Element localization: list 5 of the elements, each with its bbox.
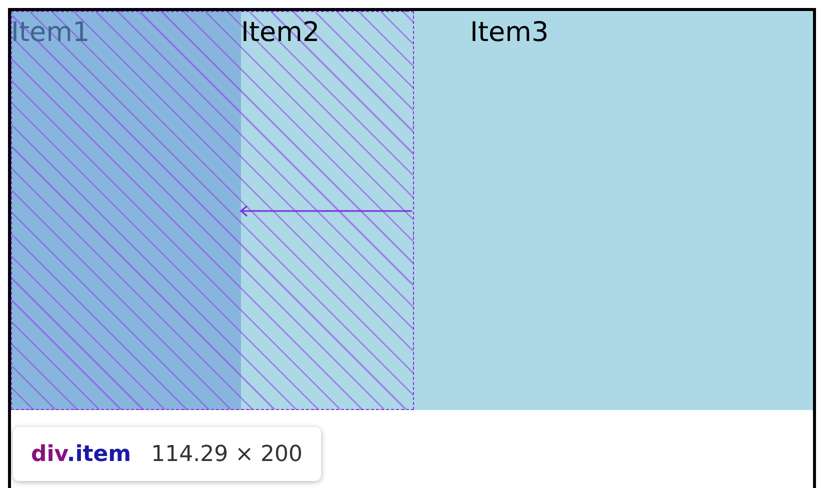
item-label: Item2 <box>241 16 320 50</box>
item-label: Item3 <box>470 16 549 50</box>
selector-label: div.item <box>31 442 132 466</box>
arrow-icon <box>239 205 413 217</box>
size-label: 114.29 × 200 <box>151 442 302 466</box>
